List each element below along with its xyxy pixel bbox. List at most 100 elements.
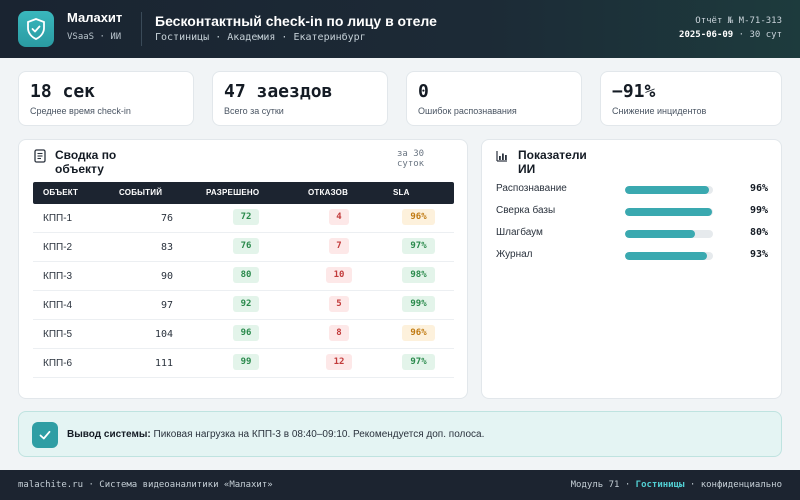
cell-allowed: 72 [233, 209, 259, 225]
metric-label: Распознавание [496, 183, 567, 194]
cell-object: КПП-2 [43, 242, 73, 253]
column-header-denied: ОТКАЗОВ [308, 188, 349, 197]
report-info: Отчёт № М-71-313 2025-06-09 · 30 сут [679, 14, 782, 42]
summary-period-line2: суток [397, 159, 425, 169]
metric-value: 93% [749, 249, 768, 260]
cell-denied: 8 [329, 325, 349, 341]
ai-metrics-title-line2: ИИ [518, 162, 536, 176]
header-bar: Малахит VSaaS · ИИ Бесконтактный check-i… [0, 0, 800, 58]
brand-subtitle: VSaaS · ИИ [67, 32, 122, 42]
table-row: КПП-4 97 92 5 99% [33, 291, 454, 320]
cell-allowed: 76 [233, 238, 259, 254]
footer-confidential: · конфиденциально [689, 480, 782, 490]
cell-object: КПП-4 [43, 300, 73, 311]
metric-progress-fill [625, 230, 696, 238]
footer-module-info: Модуль 71 · Гостиницы · конфиденциально [571, 480, 782, 490]
kpi-value: 18 сек [30, 81, 96, 102]
kpi-card-checkin-time: 18 сек Среднее время check-in [18, 71, 194, 126]
checkmark-icon [39, 430, 51, 440]
column-header-allowed: РАЗРЕШЕНО [206, 188, 260, 197]
shield-check-icon [27, 18, 45, 40]
table-row: КПП-2 83 76 7 97% [33, 233, 454, 262]
cell-allowed: 99 [233, 354, 259, 370]
kpi-label: Всего за сутки [224, 106, 284, 116]
ai-metrics-card: Показатели ИИ Распознавание 96% Сверка б… [481, 139, 782, 399]
metric-value: 99% [749, 205, 768, 216]
metric-value: 80% [749, 227, 768, 238]
metric-label: Шлагбаум [496, 227, 543, 238]
summary-title-line2: объекту [55, 162, 104, 176]
cell-events: 90 [160, 271, 173, 282]
cell-denied: 7 [329, 238, 349, 254]
metric-progress-bar [625, 208, 713, 216]
checkmark-badge [32, 422, 58, 448]
table-row: КПП-5 104 96 8 96% [33, 320, 454, 349]
kpi-label: Ошибок распознавания [418, 106, 517, 116]
metric-progress-fill [625, 252, 707, 260]
metric-progress-fill [625, 208, 713, 216]
summary-period: за 30 суток [397, 149, 424, 169]
header-divider [141, 12, 142, 46]
column-header-sla: SLA [393, 188, 410, 197]
cell-denied: 5 [329, 296, 349, 312]
table-row: КПП-1 76 72 4 96% [33, 204, 454, 233]
footer-site-info: malachite.ru · Система видеоаналитики «М… [18, 480, 273, 490]
cell-sla: 97% [402, 238, 435, 254]
table-row: КПП-3 90 80 10 98% [33, 262, 454, 291]
bar-chart-icon [496, 151, 507, 162]
cell-sla: 97% [402, 354, 435, 370]
cell-denied: 10 [326, 267, 352, 283]
kpi-value: −91% [612, 81, 656, 102]
metric-label: Журнал [496, 249, 533, 260]
ai-metrics-title-line1: Показатели [518, 148, 587, 162]
summary-title-line1: Сводка по [55, 148, 117, 162]
cell-object: КПП-1 [43, 213, 73, 224]
cell-events: 104 [154, 329, 173, 340]
kpi-label: Среднее время check-in [30, 106, 131, 116]
report-number: Отчёт № М-71-313 [695, 16, 782, 26]
report-period: · 30 сут [733, 30, 782, 40]
cell-events: 76 [160, 213, 173, 224]
ai-metric-database-check: Сверка базы 99% [496, 201, 768, 223]
document-icon [34, 149, 46, 163]
cell-sla: 96% [402, 325, 435, 341]
cell-object: КПП-6 [43, 358, 73, 369]
system-output-text: Вывод системы: Пиковая нагрузка на КПП-3… [67, 428, 487, 442]
summary-period-line1: за 30 [397, 149, 425, 159]
metric-progress-bar [625, 230, 713, 238]
cell-allowed: 96 [233, 325, 259, 341]
cell-object: КПП-3 [43, 271, 73, 282]
cell-denied: 12 [326, 354, 352, 370]
ai-metrics-title: Показатели ИИ [518, 148, 587, 176]
kpi-card-checkins-total: 47 заездов Всего за сутки [212, 71, 388, 126]
system-output-label: Вывод системы: [67, 429, 151, 440]
kpi-card-incident-reduction: −91% Снижение инцидентов [600, 71, 782, 126]
column-header-object: ОБЪЕКТ [43, 188, 79, 197]
cell-sla: 99% [402, 296, 435, 312]
cell-events: 83 [160, 242, 173, 253]
table-header: ОБЪЕКТ СОБЫТИЙ РАЗРЕШЕНО ОТКАЗОВ SLA [33, 182, 454, 204]
footer-module-accent: Гостиницы [635, 480, 685, 490]
kpi-label: Снижение инцидентов [612, 106, 707, 116]
logo [18, 11, 54, 47]
ai-metric-recognition: Распознавание 96% [496, 179, 768, 201]
system-output-message: Пиковая нагрузка на КПП-3 в 08:40–09:10.… [150, 429, 485, 440]
cell-events: 111 [154, 358, 173, 369]
page-subtitle: Гостиницы · Академия · Екатеринбург [155, 32, 366, 43]
system-output-banner: Вывод системы: Пиковая нагрузка на КПП-3… [18, 411, 782, 457]
ai-metric-barrier: Шлагбаум 80% [496, 223, 768, 245]
cell-object: КПП-5 [43, 329, 73, 340]
metric-progress-bar [625, 186, 713, 194]
ai-metric-journal: Журнал 93% [496, 245, 768, 267]
metric-label: Сверка базы [496, 205, 556, 216]
kpi-card-recognition-errors: 0 Ошибок распознавания [406, 71, 582, 126]
report-date: 2025-06-09 [679, 30, 734, 40]
metric-progress-fill [625, 186, 710, 194]
cell-sla: 98% [402, 267, 435, 283]
cell-allowed: 80 [233, 267, 259, 283]
cell-denied: 4 [329, 209, 349, 225]
report-date-line: 2025-06-09 · 30 сут [679, 28, 782, 42]
brand-name: Малахит [67, 10, 123, 25]
summary-title: Сводка по объекту [55, 148, 116, 176]
metric-value: 96% [749, 183, 768, 194]
